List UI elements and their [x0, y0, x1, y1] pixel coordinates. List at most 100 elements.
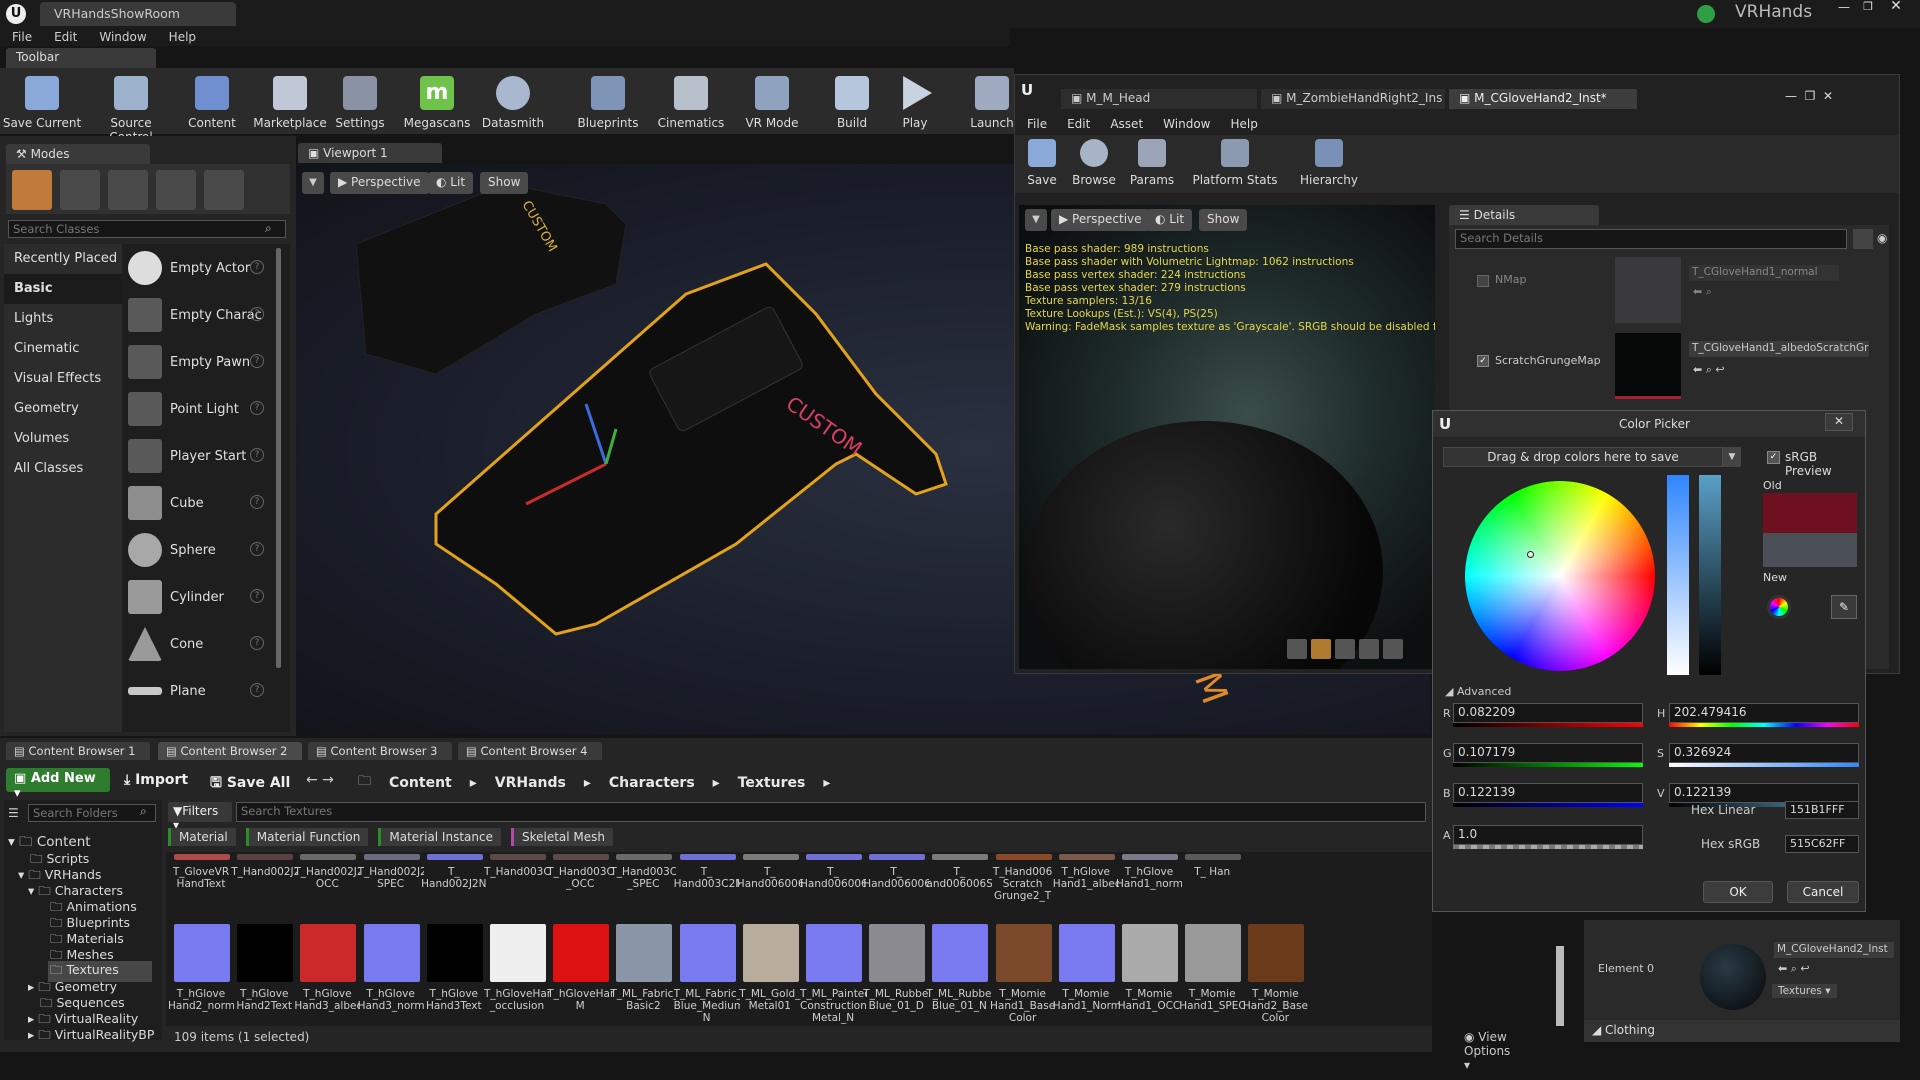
close-window-button[interactable]: ✕ [1885, 0, 1907, 14]
nmap-checkbox[interactable] [1477, 275, 1489, 287]
preview-show-button[interactable]: Show [1199, 209, 1248, 231]
material-preview-viewport[interactable]: ▼ ▶ Perspective ◐ Lit Show Base pass sha… [1019, 205, 1435, 669]
close-button[interactable]: ✕ [1823, 89, 1833, 103]
asset-tile[interactable]: T_ and006006SPE [926, 854, 994, 890]
asset-tile[interactable]: T_Momie Hand2_Base Color [1242, 924, 1310, 1024]
paint-mode-icon[interactable] [60, 170, 100, 210]
content-browser-tab-2[interactable]: ▤ Content Browser 2 [158, 742, 302, 760]
asset-tile[interactable]: T_ Han [1179, 854, 1247, 878]
material-tab-zombie[interactable]: ▣ M_ZombieHandRight2_Ins [1261, 89, 1445, 109]
breadcrumb-vrhands[interactable]: VRHands [495, 775, 566, 791]
asset-tile[interactable]: T_Hand002J2_ SPEC [358, 854, 426, 890]
asset-tile[interactable]: T_Momie Hand1_Normal [1053, 924, 1121, 1012]
asset-tile[interactable]: T_hGlove Hand2_normal [168, 924, 236, 1012]
place-mode-icon[interactable] [12, 170, 52, 210]
import-button[interactable]: ⤓ Import [124, 772, 188, 788]
h-value-input[interactable]: 202.479416 [1669, 703, 1859, 723]
save-all-button[interactable]: 🖫 Save All [210, 772, 290, 796]
asset-tile[interactable]: T_ Hand006006D [800, 854, 868, 890]
help-icon[interactable]: ? [250, 354, 264, 368]
color-theme-bar[interactable]: Drag & drop colors here to save [1443, 447, 1723, 467]
category-geometry[interactable]: Geometry [4, 394, 122, 424]
toolbar-tab[interactable]: Toolbar [6, 48, 156, 68]
breadcrumb-characters[interactable]: Characters [609, 775, 695, 791]
advanced-section-header[interactable]: ◢ Advanced [1445, 685, 1511, 698]
category-visual-effects[interactable]: Visual Effects [4, 364, 122, 394]
project-tab[interactable]: VRHandsShowRoom [40, 2, 236, 26]
asset-tile[interactable]: T_hGlove Hand3_normal [358, 924, 426, 1012]
menu-window[interactable]: Window [99, 30, 146, 44]
asset-tile[interactable]: T_Hand006 Scratch Grunge2_T [990, 854, 1058, 902]
srgb-preview-checkbox[interactable]: ✓ [1767, 451, 1780, 464]
asset-tile[interactable]: T_ML_Rubber_ Blue_01_D [863, 924, 931, 1012]
hierarchy-button[interactable]: Hierarchy [1291, 139, 1367, 187]
asset-tile[interactable]: T_ Hand002J2N [421, 854, 489, 890]
maximize-button[interactable]: ❐ [1805, 89, 1823, 103]
tree-toggle-icon[interactable]: ☰ [8, 806, 19, 820]
tree-virtualrealitybp[interactable]: ▸ 🗀 VirtualRealityBP [28, 1026, 154, 1047]
asset-tile[interactable]: T_ Hand003C2N [674, 854, 742, 890]
help-icon[interactable]: ? [250, 260, 264, 274]
b-value-input[interactable]: 0.122139 [1453, 783, 1643, 803]
asset-tile[interactable]: T_ Hand006006N [863, 854, 931, 890]
category-recently-placed[interactable]: Recently Placed [4, 244, 122, 274]
place-empty-pawn[interactable]: Empty Pawn? [128, 342, 264, 382]
modes-tab[interactable]: ⚒ Modes [6, 144, 150, 164]
material-tab-cglove[interactable]: ▣ M_CGloveHand2_Inst* [1449, 89, 1637, 109]
place-cylinder[interactable]: Cylinder? [128, 577, 264, 617]
content-browser-tab-4[interactable]: ▤ Content Browser 4 [458, 742, 602, 760]
content-button[interactable]: Content [182, 76, 242, 130]
menu-window[interactable]: Window [1163, 117, 1210, 131]
filter-chip-material[interactable]: Material [168, 828, 236, 846]
place-empty-actor[interactable]: Empty Actor? [128, 248, 264, 288]
asset-tile[interactable]: T_ML_Painted Construction Metal_N [800, 924, 868, 1024]
a-value-input[interactable]: 1.0 [1453, 825, 1643, 845]
clothing-section-header[interactable]: ◢ Clothing [1584, 1020, 1900, 1042]
textures-dropdown[interactable]: Textures ▾ [1772, 984, 1837, 998]
source-control-button[interactable]: Source Control [88, 76, 174, 144]
asset-tile[interactable]: T_hGloveHand M [547, 924, 615, 1012]
filter-chip-material-function[interactable]: Material Function [245, 828, 369, 846]
viewport-options-dropdown[interactable]: ▼ [302, 172, 324, 194]
asset-tile[interactable]: T_Hand003C2 [484, 854, 552, 878]
place-empty-character[interactable]: Empty Charac? [128, 295, 264, 335]
save-current-button[interactable]: Save Current [2, 76, 82, 130]
category-cinematic[interactable]: Cinematic [4, 334, 122, 364]
browse-button[interactable]: Browse [1069, 139, 1119, 187]
maximize-button[interactable]: ❐ [1857, 0, 1879, 14]
menu-asset[interactable]: Asset [1110, 117, 1143, 131]
filters-button[interactable]: ▼Filters ▾ [168, 802, 232, 832]
search-details-input[interactable]: Search Details [1455, 229, 1847, 249]
category-volumes[interactable]: Volumes [4, 424, 122, 454]
placeable-scrollbar[interactable] [276, 248, 281, 668]
menu-edit[interactable]: Edit [54, 30, 77, 44]
v-value-input[interactable]: 0.122139 [1669, 783, 1859, 803]
place-cone[interactable]: Cone? [128, 624, 264, 664]
lit-button[interactable]: ◐ Lit [428, 172, 474, 194]
material-save-button[interactable]: Save [1019, 139, 1065, 187]
help-icon[interactable]: ? [250, 589, 264, 603]
help-icon[interactable]: ? [250, 495, 264, 509]
show-button[interactable]: Show [480, 172, 529, 194]
category-basic[interactable]: Basic [4, 274, 122, 304]
history-nav-icons[interactable]: ← → [306, 772, 334, 788]
scratch-asset-picker[interactable]: T_CGloveHand1_albedoScratchGr [1689, 341, 1869, 357]
place-sphere[interactable]: Sphere? [128, 530, 264, 570]
play-button[interactable]: Play [884, 76, 946, 130]
r-value-input[interactable]: 0.082209 [1453, 703, 1643, 723]
asset-tile[interactable]: T_hGlove Hand3Text [421, 924, 489, 1012]
asset-tile[interactable]: T_Hand003C2 _SPEC [610, 854, 678, 890]
marketplace-button[interactable]: Marketplace [250, 76, 330, 130]
minimize-button[interactable]: — [1833, 0, 1855, 14]
content-browser-tab-1[interactable]: ▤ Content Browser 1 [6, 742, 150, 760]
details-tab[interactable]: ☰ Details [1449, 205, 1599, 225]
menu-help[interactable]: Help [169, 30, 196, 44]
datasmith-button[interactable]: Datasmith [478, 76, 548, 130]
cube-preview-icon[interactable] [1359, 639, 1379, 659]
material-tab-head[interactable]: ▣ M_M_Head [1061, 89, 1257, 109]
asset-grid-scrollbar[interactable] [1556, 946, 1564, 1026]
filter-chip-skeletal-mesh[interactable]: Skeletal Mesh [510, 828, 614, 846]
help-icon[interactable]: ? [250, 401, 264, 415]
preview-lit-button[interactable]: ◐ Lit [1147, 209, 1193, 231]
asset-tile[interactable]: T_Momie Hand1_Base Color [990, 924, 1058, 1024]
